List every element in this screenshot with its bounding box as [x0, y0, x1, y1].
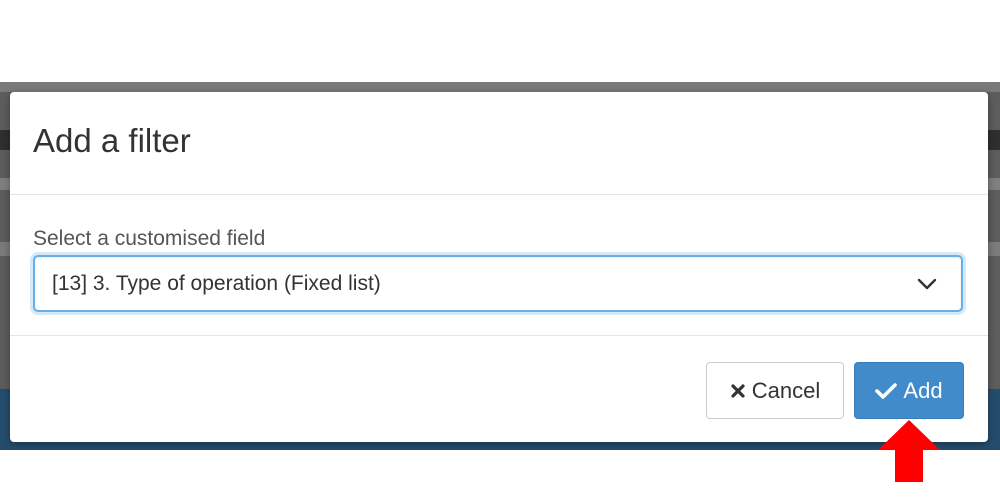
dialog-body: Select a customised field [13] 3. Type o…	[10, 195, 988, 336]
background-toolbar	[0, 82, 1000, 92]
select-value: [13] 3. Type of operation (Fixed list)	[52, 272, 381, 295]
dialog-footer: Cancel Add	[10, 336, 988, 442]
add-filter-dialog: Add a filter Select a customised field […	[10, 92, 988, 442]
cancel-button-label: Cancel	[751, 377, 821, 403]
field-label: Select a customised field	[33, 227, 266, 250]
dialog-title: Add a filter	[33, 122, 191, 159]
check-icon	[875, 382, 898, 400]
times-icon	[730, 383, 746, 399]
dialog-header: Add a filter	[10, 92, 988, 195]
cancel-button[interactable]: Cancel	[706, 362, 844, 419]
red-up-arrow-icon	[878, 420, 940, 484]
chevron-down-icon	[917, 274, 937, 294]
add-button[interactable]: Add	[854, 362, 964, 419]
add-button-label: Add	[903, 377, 943, 403]
customised-field-select[interactable]: [13] 3. Type of operation (Fixed list)	[33, 255, 963, 312]
